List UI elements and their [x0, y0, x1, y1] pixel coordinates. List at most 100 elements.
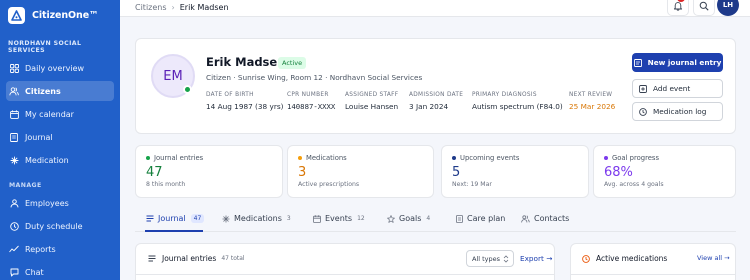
- sidebar: CitizenOne™ NORDHAVN SOCIAL SERVICES Dai…: [0, 0, 120, 280]
- new-journal-entry-button[interactable]: New journal entry: [632, 53, 723, 72]
- calendar-icon: [313, 214, 321, 223]
- stat-label-text: Goal progress: [612, 154, 659, 162]
- sidebar-item-label: Medication: [25, 155, 69, 165]
- clock-icon: [582, 254, 590, 263]
- clock-icon: [639, 107, 647, 116]
- breadcrumb-parent[interactable]: Citizens: [135, 3, 167, 12]
- breadcrumb: Citizens › Erik Madsen: [135, 3, 229, 12]
- journal-icon: [633, 58, 642, 67]
- sidebar-item-journal[interactable]: Journal: [6, 127, 114, 147]
- sidebar-item-daily-overview[interactable]: Daily overview: [6, 58, 114, 78]
- fact-value: 14 Aug 1987 (38 yrs): [206, 102, 284, 111]
- stat-subtext: Avg. across 4 goals: [604, 181, 664, 188]
- tab-journal[interactable]: Journal 47: [146, 214, 205, 223]
- fact-next-review: NEXT REVIEW 25 Mar 2026: [569, 92, 615, 111]
- fact-date-of-birth: DATE OF BIRTH 14 Aug 1987 (38 yrs): [206, 92, 283, 111]
- panel-count: 47 total: [221, 255, 245, 262]
- chevron-down-icon: [503, 255, 509, 265]
- journal-entries-panel: Journal entries 47 total All types Expor…: [135, 243, 555, 280]
- stat-value: 68%: [604, 165, 633, 180]
- panel-title: Active medications: [582, 254, 667, 263]
- tab-count: 4: [426, 215, 431, 222]
- app-name: CitizenOne™: [32, 9, 99, 21]
- sidebar-item-chat[interactable]: Chat: [6, 262, 114, 280]
- status-dot: [146, 156, 150, 160]
- fact-label: ASSIGNED STAFF: [345, 92, 399, 98]
- pill-icon: [222, 215, 230, 223]
- sidebar-item-label: Duty schedule: [25, 221, 83, 231]
- list-icon: [148, 255, 156, 262]
- citizen-name: Erik Madsen: [206, 55, 286, 69]
- fact-label: DATE OF BIRTH: [206, 92, 254, 98]
- tab-label: Journal: [158, 214, 186, 223]
- stat-label: Journal entries: [146, 154, 203, 162]
- stat-label-text: Medications: [306, 154, 347, 162]
- notifications-button[interactable]: 3: [667, 0, 689, 16]
- sidebar-item-label: Reports: [25, 244, 56, 254]
- tab-label: Events: [325, 214, 353, 223]
- sidebar-item-my-calendar[interactable]: My calendar: [6, 104, 114, 124]
- sidebar-item-citizens[interactable]: Citizens: [6, 81, 114, 101]
- stat-label: Medications: [298, 154, 347, 162]
- active-medications-panel: Active medications View all →: [570, 243, 736, 280]
- sidebar-item-duty-schedule[interactable]: Duty schedule: [6, 216, 114, 236]
- brand[interactable]: CitizenOne™: [0, 0, 120, 30]
- stat-card-goal-progress: Goal progress 68% Avg. across 4 goals: [593, 145, 736, 198]
- view-all-link[interactable]: View all →: [697, 254, 730, 262]
- stat-card-medications: Medications 3 Active prescriptions: [287, 145, 434, 198]
- sidebar-item-label: My calendar: [25, 109, 74, 119]
- stat-label-text: Upcoming events: [460, 154, 520, 162]
- manage-nav: Employees Duty schedule Reports Chat: [0, 193, 120, 280]
- org-label: NORDHAVN SOCIAL SERVICES: [8, 40, 82, 54]
- stat-subtext: Next: 19 Mar: [452, 181, 492, 188]
- sidebar-item-label: Journal: [25, 132, 53, 142]
- stat-value: 5: [452, 165, 461, 180]
- status-dot: [452, 156, 456, 160]
- list-icon: [146, 215, 154, 222]
- tab-contacts[interactable]: Contacts: [521, 214, 569, 223]
- stat-card-journal-entries: Journal entries 47 8 this month: [135, 145, 283, 198]
- sidebar-item-medication[interactable]: Medication: [6, 150, 114, 170]
- entry-type-select[interactable]: All types: [466, 250, 514, 267]
- export-link[interactable]: Export →: [520, 254, 552, 263]
- add-event-button[interactable]: Add event: [632, 79, 723, 98]
- sidebar-item-employees[interactable]: Employees: [6, 193, 114, 213]
- user-avatar[interactable]: LH: [717, 0, 739, 16]
- tab-label: Care plan: [467, 214, 506, 223]
- clock-icon: [9, 221, 19, 231]
- breadcrumb-separator: ›: [171, 3, 175, 12]
- fact-admission-date: ADMISSION DATE 3 Jan 2024: [409, 92, 463, 111]
- contacts-icon: [521, 214, 530, 223]
- tab-events[interactable]: Events 12: [313, 214, 365, 223]
- tab-label: Contacts: [534, 214, 570, 223]
- tab-medications[interactable]: Medications 3: [222, 214, 291, 223]
- chat-icon: [9, 267, 19, 277]
- bell-icon: [673, 0, 683, 15]
- reports-icon: [9, 244, 19, 254]
- medication-log-button[interactable]: Medication log: [632, 102, 723, 121]
- citizen-subtitle: Citizen · Sunrise Wing, Room 12 · Nordha…: [206, 73, 423, 82]
- grid-icon: [9, 63, 19, 73]
- profile-tabs: Journal 47 Medications 3 Events 12 Goals…: [135, 208, 736, 232]
- tab-goals[interactable]: Goals 4: [387, 214, 430, 223]
- employees-icon: [9, 198, 19, 208]
- stat-subtext: Active prescriptions: [298, 181, 360, 188]
- fact-assigned-staff: ASSIGNED STAFF Louise Hansen: [345, 92, 398, 111]
- tab-care-plan[interactable]: Care plan: [456, 214, 505, 223]
- search-button[interactable]: [693, 0, 715, 16]
- stat-subtext: 8 this month: [146, 181, 186, 188]
- sidebar-item-reports[interactable]: Reports: [6, 239, 114, 259]
- stat-label: Goal progress: [604, 154, 659, 162]
- users-icon: [9, 86, 19, 96]
- fact-label: PRIMARY DIAGNOSIS: [472, 92, 537, 98]
- tab-count: 47: [190, 214, 205, 223]
- citizen-profile-card: EM Erik Madsen Active Citizen · Sunrise …: [135, 38, 736, 134]
- fact-value: Louise Hansen: [345, 102, 399, 111]
- tab-label: Medications: [234, 214, 282, 223]
- manage-section-label: MANAGE: [9, 182, 42, 189]
- fact-value: 3 Jan 2024: [409, 102, 449, 111]
- button-label: New journal entry: [647, 58, 722, 67]
- panel-title-text: Journal entries: [162, 254, 217, 263]
- journal-icon: [9, 132, 19, 142]
- tab-count: 12: [357, 215, 365, 222]
